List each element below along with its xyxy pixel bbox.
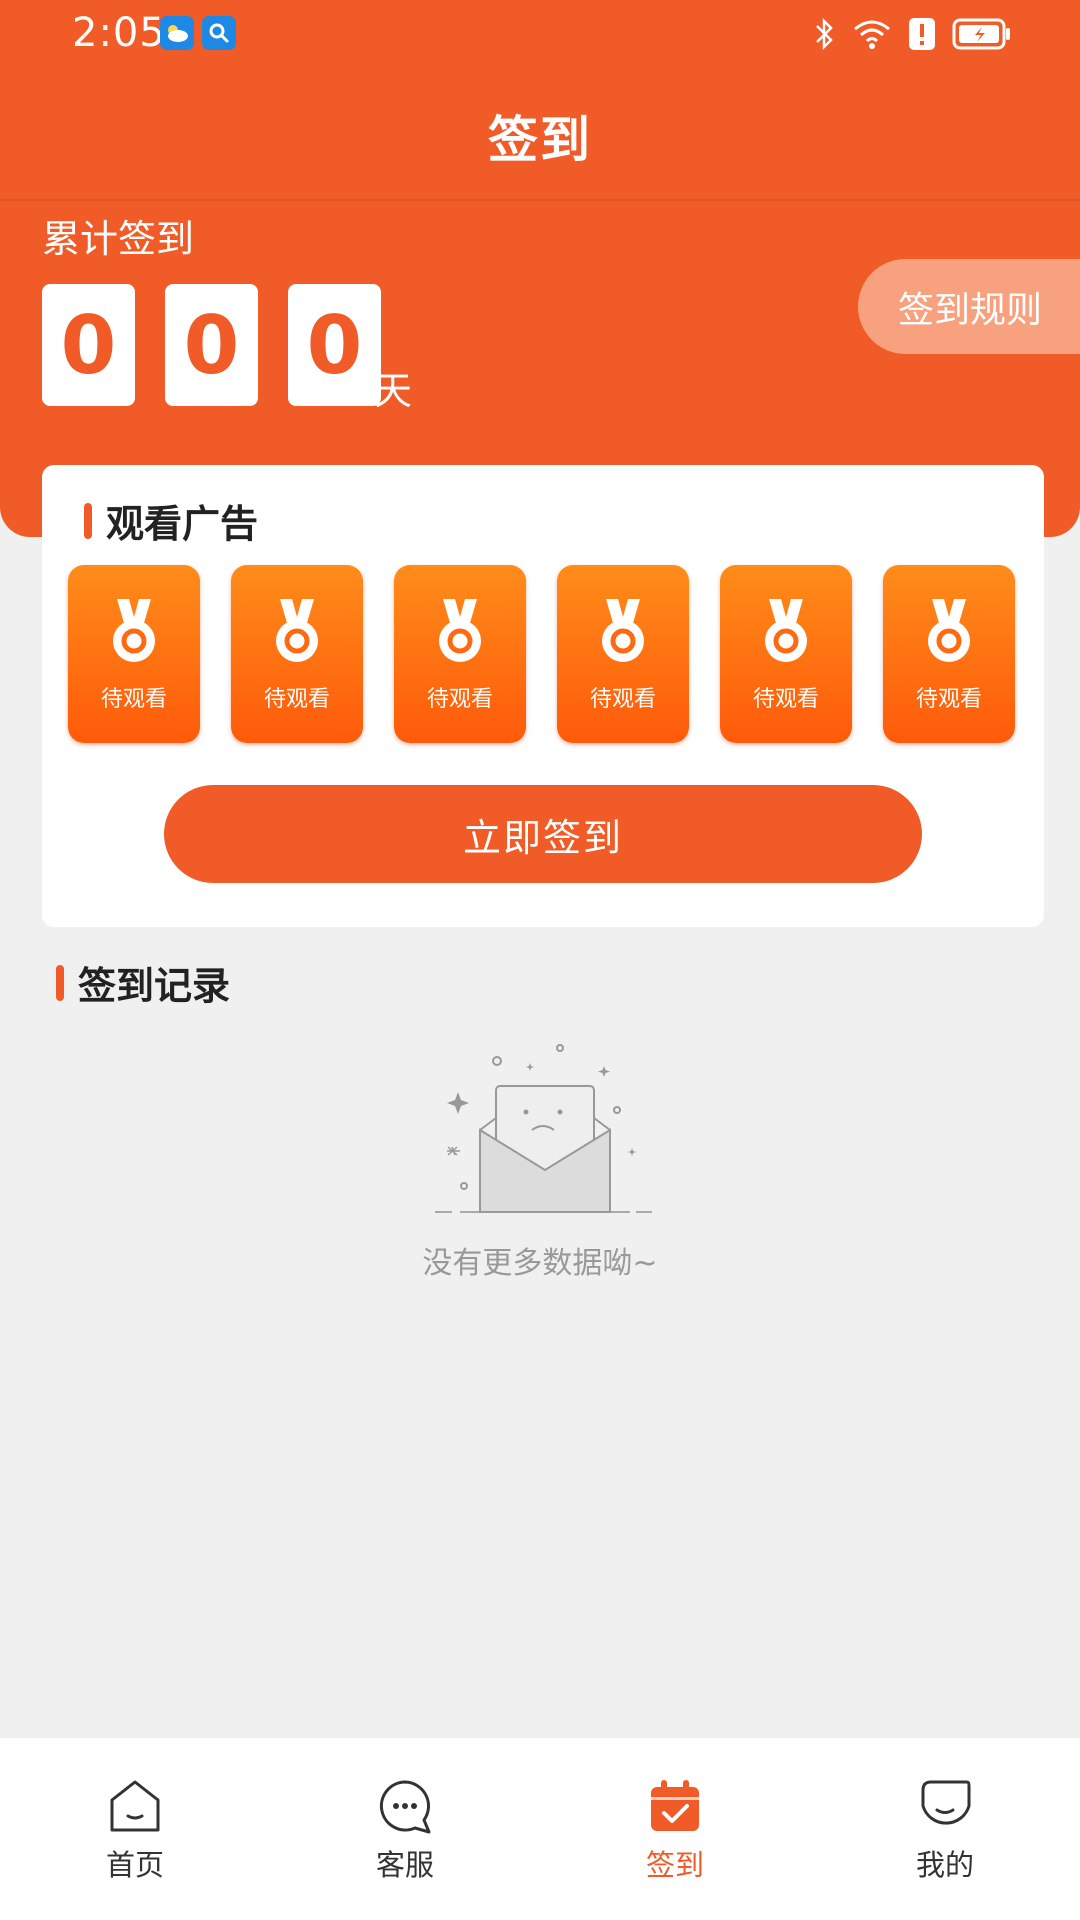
watch-ads-heading: 观看广告 — [84, 493, 258, 548]
ad-tile[interactable]: 待观看 — [557, 565, 689, 743]
tab-home[interactable]: 首页 — [0, 1738, 270, 1920]
page-title: 签到 — [488, 111, 592, 169]
empty-envelope-icon — [435, 1044, 652, 1213]
tab-label: 签到 — [645, 1848, 704, 1882]
chat-icon — [379, 1780, 431, 1834]
ad-tile[interactable]: 待观看 — [720, 565, 852, 743]
status-icons — [812, 14, 1012, 54]
counter-unit: 天 — [374, 369, 413, 413]
empty-state-text: 没有更多数据呦~ — [422, 1246, 658, 1281]
checkin-rules-button[interactable]: 签到规则 — [858, 259, 1080, 354]
ad-tile-label: 待观看 — [100, 687, 167, 712]
tab-profile[interactable]: 我的 — [810, 1738, 1080, 1920]
checkin-records-title: 签到记录 — [78, 964, 231, 1008]
ad-tile-label: 待观看 — [589, 687, 656, 712]
ad-tile-label: 待观看 — [263, 687, 330, 712]
profile-icon — [921, 1780, 971, 1825]
bottom-tab-bar: 首页 客服 签到 我的 — [0, 1738, 1080, 1920]
status-bar: 2:05 — [0, 0, 1080, 70]
checkin-now-button[interactable]: 立即签到 — [164, 785, 922, 883]
battery-icon — [952, 18, 1010, 50]
search-app-icon — [202, 16, 236, 50]
ad-tile-label: 待观看 — [426, 687, 493, 712]
watch-ads-card: 观看广告 待观看 待观看 待观看 待观看 待观看 待观看 立即签到 — [42, 465, 1044, 927]
tab-label: 客服 — [375, 1848, 434, 1882]
ad-tile[interactable]: 待观看 — [68, 565, 200, 743]
checkin-counter: 0 0 0 — [42, 284, 381, 406]
ad-tile[interactable]: 待观看 — [394, 565, 526, 743]
section-marker — [84, 502, 92, 539]
ad-tile-label: 待观看 — [915, 687, 982, 712]
medal-icon — [928, 599, 970, 662]
watch-ads-title: 观看广告 — [106, 502, 259, 546]
ad-tiles: 待观看 待观看 待观看 待观看 待观看 待观看 — [68, 565, 1015, 743]
checkin-records-heading: 签到记录 — [56, 955, 230, 1010]
status-time: 2:05 — [72, 10, 166, 56]
ad-tile[interactable]: 待观看 — [231, 565, 363, 743]
counter-digit: 0 — [42, 284, 135, 406]
medal-icon — [602, 599, 644, 662]
counter-digit: 0 — [288, 284, 381, 406]
bluetooth-icon — [816, 17, 833, 51]
alert-icon — [909, 18, 935, 50]
header-divider — [0, 199, 1080, 201]
medal-icon — [439, 599, 481, 662]
weather-app-icon — [160, 16, 194, 50]
calendar-check-icon — [651, 1780, 699, 1831]
tab-label: 首页 — [105, 1848, 164, 1882]
tab-service[interactable]: 客服 — [270, 1738, 540, 1920]
total-checkin-label: 累计签到 — [42, 217, 195, 261]
ad-tile-label: 待观看 — [752, 687, 819, 712]
tab-checkin[interactable]: 签到 — [540, 1738, 810, 1920]
counter-digit: 0 — [165, 284, 258, 406]
section-marker — [56, 964, 64, 1001]
medal-icon — [276, 599, 318, 662]
medal-icon — [113, 599, 155, 662]
home-icon — [110, 1780, 160, 1832]
medal-icon — [765, 599, 807, 662]
tab-label: 我的 — [915, 1848, 974, 1882]
ad-tile[interactable]: 待观看 — [883, 565, 1015, 743]
wifi-icon — [854, 20, 890, 49]
